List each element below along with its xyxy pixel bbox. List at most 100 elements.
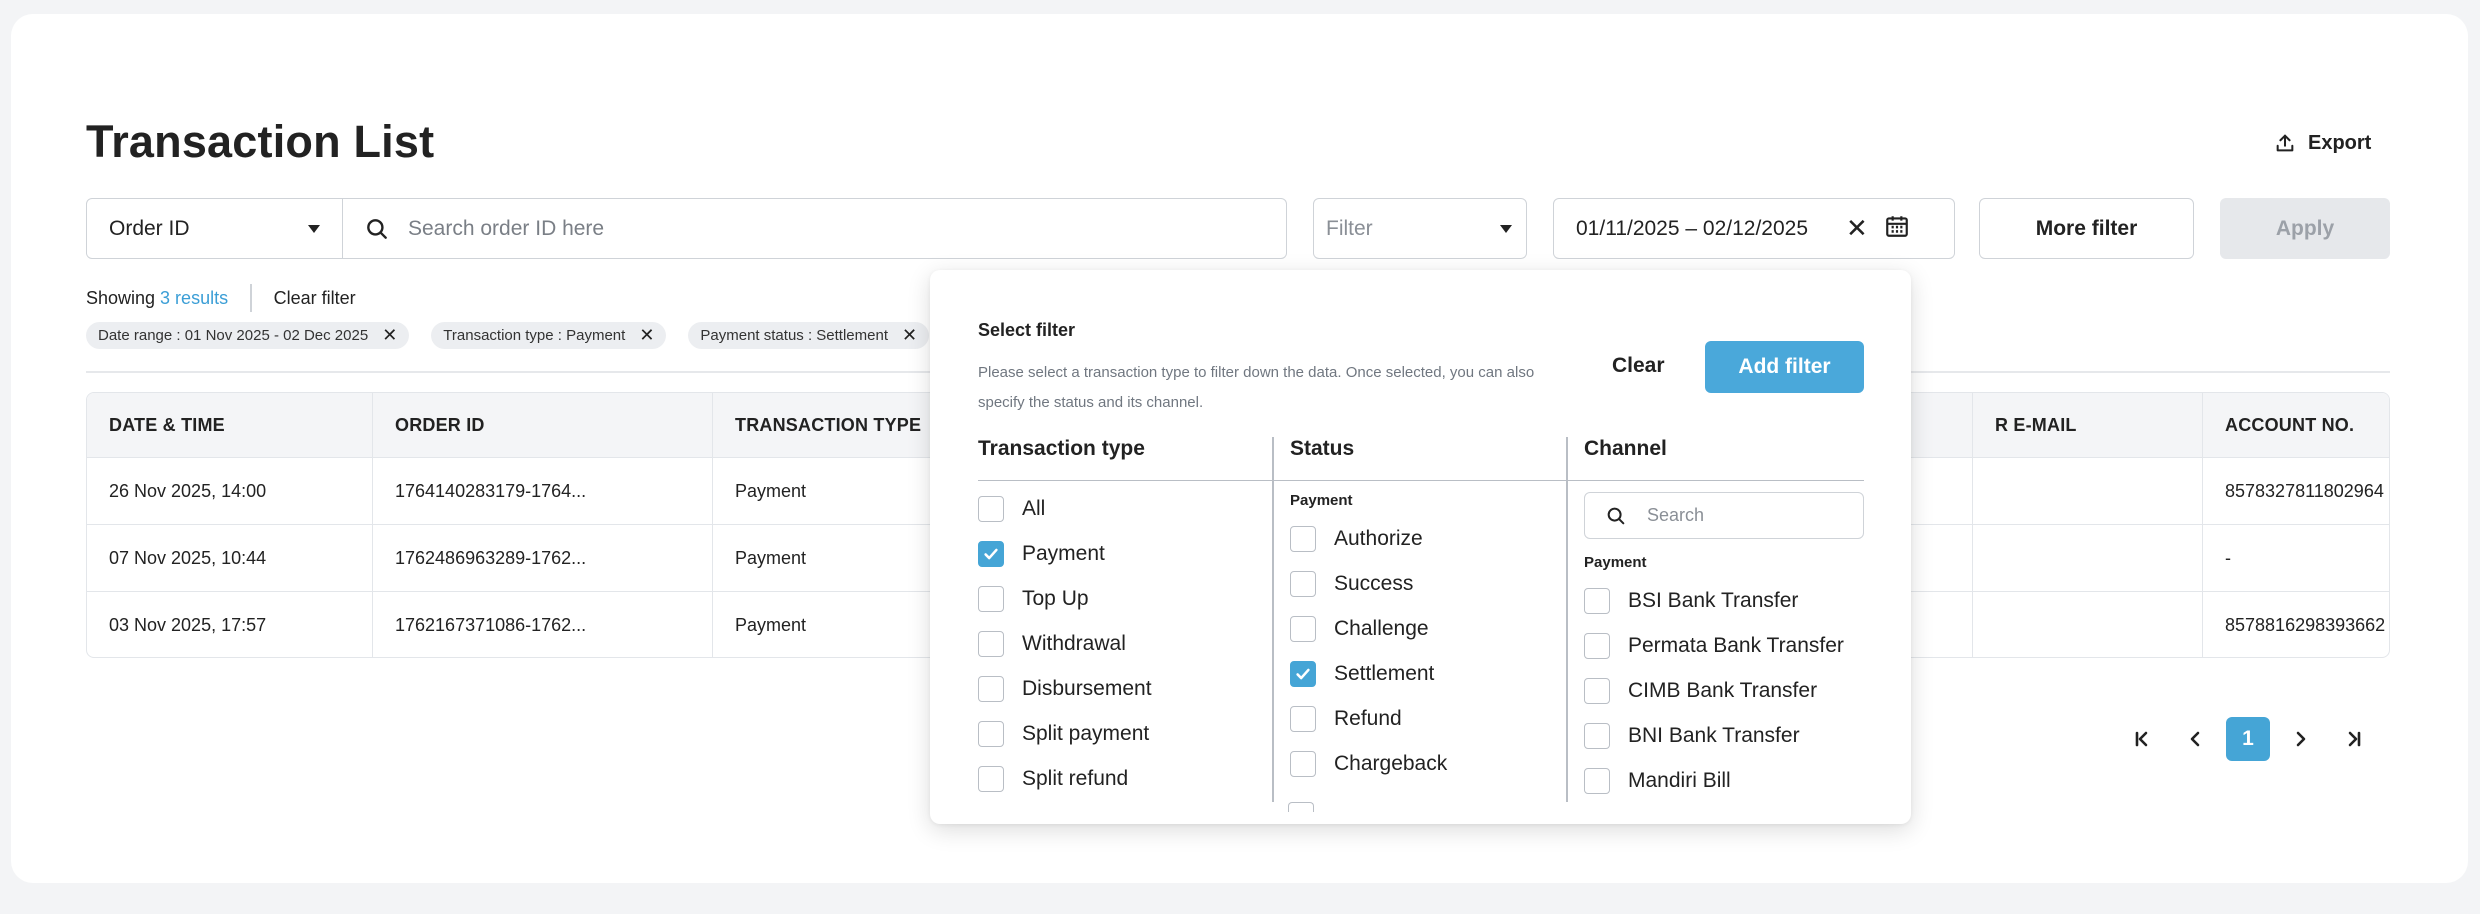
add-filter-button[interactable]: Add filter: [1705, 341, 1864, 393]
close-icon[interactable]: ✕: [639, 325, 654, 346]
option-label: Split payment: [1022, 721, 1150, 745]
option-label: Success: [1334, 571, 1414, 595]
check-icon: [1296, 668, 1310, 679]
option-label: Chargeback: [1334, 751, 1448, 775]
status-list: Payment Authorize Success Challenge Sett…: [1290, 492, 1447, 786]
checkbox[interactable]: [1290, 615, 1316, 642]
close-icon[interactable]: ✕: [382, 325, 397, 346]
filter-columns-header: Transaction type Status Channel: [978, 437, 1864, 481]
checkbox-checked[interactable]: [978, 540, 1004, 567]
option-label: BNI Bank Transfer: [1628, 723, 1800, 747]
checkbox[interactable]: [978, 720, 1004, 747]
option-settlement[interactable]: Settlement: [1290, 651, 1447, 696]
option-chargeback[interactable]: Chargeback: [1290, 741, 1447, 786]
option-mandiri-bill[interactable]: Mandiri Bill: [1584, 758, 1844, 803]
column-divider: [1272, 437, 1274, 802]
close-icon[interactable]: ✕: [1846, 213, 1868, 244]
email-cell: [1973, 525, 2203, 591]
option-cimb-bank-transfer[interactable]: CIMB Bank Transfer: [1584, 668, 1844, 713]
chevron-left-icon[interactable]: [2173, 717, 2217, 761]
checkbox[interactable]: [1288, 802, 1314, 812]
checkbox[interactable]: [1584, 587, 1610, 614]
close-icon[interactable]: ✕: [902, 325, 917, 346]
option-label: Split refund: [1022, 766, 1129, 790]
status-group-label: Payment: [1290, 492, 1353, 509]
option-refund[interactable]: Refund: [1290, 696, 1447, 741]
checkbox[interactable]: [1584, 677, 1610, 704]
first-page-icon[interactable]: [2120, 717, 2164, 761]
column-header[interactable]: DATE & TIME: [87, 393, 373, 457]
account-cell: -: [2225, 547, 2231, 568]
pagination: 1: [2120, 717, 2385, 761]
clear-filter-link[interactable]: Clear filter: [274, 288, 356, 309]
option-bni-bank-transfer[interactable]: BNI Bank Transfer: [1584, 713, 1844, 758]
option-bsi-bank-transfer[interactable]: BSI Bank Transfer: [1584, 578, 1844, 623]
option-disbursement[interactable]: Disbursement: [978, 666, 1152, 711]
checkbox[interactable]: [1290, 525, 1316, 552]
checkbox[interactable]: [1584, 722, 1610, 749]
channel-heading: Channel: [1584, 437, 1667, 460]
order-id-select[interactable]: Order ID: [86, 198, 343, 259]
option-success[interactable]: Success: [1290, 561, 1447, 606]
option-challenge[interactable]: Challenge: [1290, 606, 1447, 651]
filter-chip: Transaction type : Payment ✕: [431, 322, 667, 349]
checkbox[interactable]: [1290, 570, 1316, 597]
option-label: Challenge: [1334, 616, 1429, 640]
checkbox-checked[interactable]: [1290, 660, 1316, 687]
calendar-icon[interactable]: [1884, 213, 1910, 245]
separator: [250, 284, 252, 312]
search-input[interactable]: [408, 216, 1228, 241]
column-divider: [1566, 437, 1568, 802]
checkbox[interactable]: [978, 675, 1004, 702]
checkbox[interactable]: [978, 495, 1004, 522]
search-bar: [342, 198, 1287, 259]
chevron-right-icon[interactable]: [2279, 717, 2323, 761]
email-cell: [1973, 592, 2203, 657]
column-header[interactable]: ORDER ID: [373, 393, 713, 457]
filter-select-placeholder: Filter: [1326, 216, 1373, 240]
filter-select[interactable]: Filter: [1313, 198, 1527, 259]
order-id-cell: 1762486963289-1762...: [373, 525, 713, 591]
date-cell: 07 Nov 2025, 10:44: [87, 525, 373, 591]
column-header[interactable]: ACCOUNT NO.: [2203, 393, 2389, 457]
date-range-picker[interactable]: 01/11/2025 – 02/12/2025 ✕: [1553, 198, 1955, 259]
transaction-type-heading: Transaction type: [978, 437, 1145, 460]
option-withdrawal[interactable]: Withdrawal: [978, 621, 1152, 666]
clear-button[interactable]: Clear: [1612, 354, 1665, 378]
checkbox[interactable]: [978, 765, 1004, 792]
option-authorize[interactable]: Authorize: [1290, 516, 1447, 561]
apply-button[interactable]: Apply: [2220, 198, 2390, 259]
checkbox[interactable]: [978, 630, 1004, 657]
channel-list: Payment BSI Bank Transfer Permata Bank T…: [1584, 554, 1844, 803]
filter-chip: Payment status : Settlement ✕: [688, 322, 930, 349]
search-icon: [1607, 507, 1625, 524]
order-id-cell: 1764140283179-1764...: [373, 458, 713, 524]
more-filter-button[interactable]: More filter: [1979, 198, 2194, 259]
option-label: Payment: [1022, 541, 1105, 565]
export-button[interactable]: Export: [2274, 128, 2371, 158]
active-filter-chips: Date range : 01 Nov 2025 - 02 Dec 2025 ✕…: [86, 322, 930, 349]
account-cell: 8578327811802964: [2225, 480, 2384, 501]
checkbox[interactable]: [1584, 767, 1610, 794]
checkbox[interactable]: [1584, 632, 1610, 659]
option-all[interactable]: All: [978, 486, 1152, 531]
last-page-icon[interactable]: [2332, 717, 2376, 761]
chip-label: Payment status : Settlement: [700, 327, 888, 344]
results-summary: Showing 3 results Clear filter: [86, 283, 356, 313]
checkbox[interactable]: [978, 585, 1004, 612]
column-header[interactable]: R E-MAIL: [1973, 393, 2203, 457]
option-label: Disbursement: [1022, 676, 1152, 700]
checkbox[interactable]: [1290, 750, 1316, 777]
option-split-payment[interactable]: Split payment: [978, 711, 1152, 756]
search-icon: [367, 218, 387, 239]
option-top-up[interactable]: Top Up: [978, 576, 1152, 621]
option-split-refund[interactable]: Split refund: [978, 756, 1152, 801]
option-permata-bank-transfer[interactable]: Permata Bank Transfer: [1584, 623, 1844, 668]
channel-search-input[interactable]: [1647, 505, 1847, 526]
results-count: 3 results: [160, 287, 229, 308]
option-payment[interactable]: Payment: [978, 531, 1152, 576]
channel-search-box: [1584, 492, 1864, 539]
checkbox[interactable]: [1290, 705, 1316, 732]
page-number-button[interactable]: 1: [2226, 717, 2270, 761]
filter-popup: Select filter Please select a transactio…: [930, 270, 1911, 824]
